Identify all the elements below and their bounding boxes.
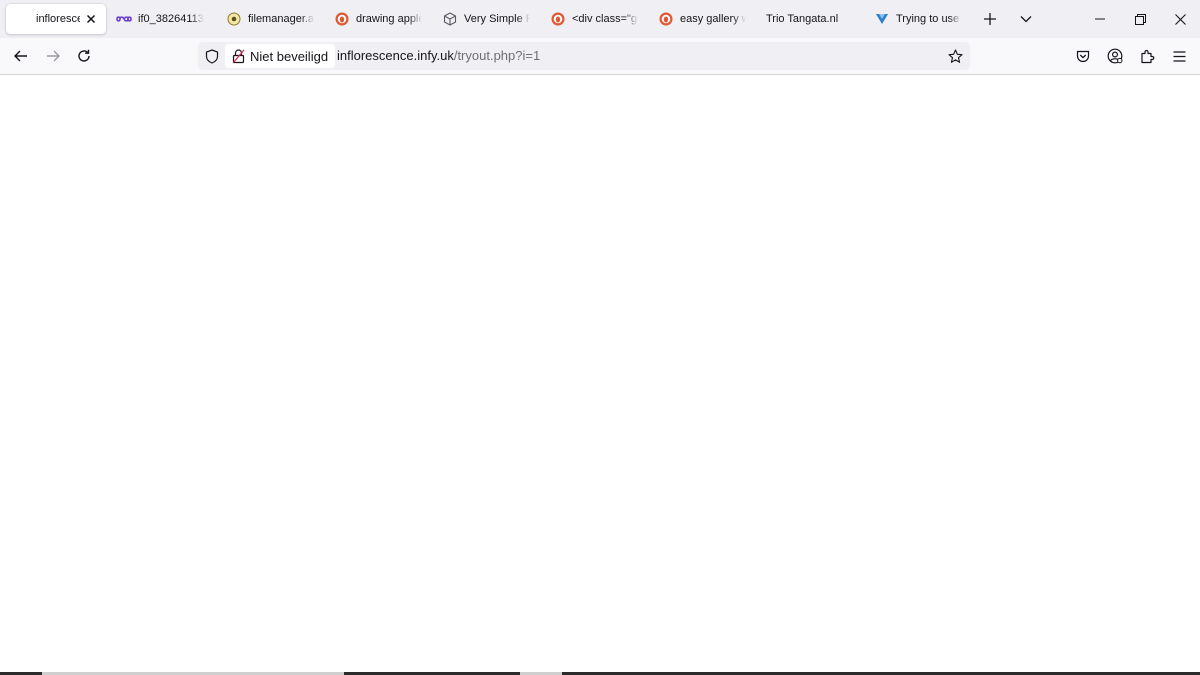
puzzle-piece-icon xyxy=(1140,49,1154,63)
bookmark-star-icon[interactable] xyxy=(945,46,965,66)
tab-very-simple-php[interactable]: Very Simple PHP xyxy=(434,4,538,34)
minimize-icon xyxy=(1095,18,1105,20)
extensions-button[interactable] xyxy=(1135,44,1159,68)
tab-title: filemanager.ai xyxy=(248,13,314,25)
tab-title: inflorescence.infy.uk xyxy=(36,13,80,25)
tab-title: drawing applet xyxy=(356,13,422,25)
tab-drawing-applet[interactable]: drawing applet xyxy=(326,4,430,34)
account-avatar-icon xyxy=(1107,48,1123,64)
tracking-protection-shield-icon[interactable] xyxy=(202,46,222,66)
forward-button[interactable] xyxy=(41,44,65,68)
tab-trio-tangata[interactable]: Trio Tangata.nl xyxy=(758,4,862,34)
tab-title: Trying to use G xyxy=(896,13,962,25)
tab-inflorescence[interactable]: inflorescence.infy.uk xyxy=(6,4,106,34)
back-arrow-icon xyxy=(14,50,27,62)
shield-badge-icon xyxy=(226,11,242,27)
url-text[interactable]: inflorescence.infy.uk/tryout.php?i=1 xyxy=(337,42,540,70)
duckduckgo-icon xyxy=(550,11,566,27)
plus-icon xyxy=(984,13,996,25)
pocket-icon xyxy=(1076,50,1090,62)
restore-icon xyxy=(1134,13,1146,25)
infinity-icon xyxy=(116,11,132,27)
duckduckgo-icon xyxy=(658,11,674,27)
url-path: /tryout.php?i=1 xyxy=(453,48,541,63)
list-all-tabs-button[interactable] xyxy=(1016,9,1036,29)
navigation-toolbar: Niet beveiligd inflorescence.infy.uk/try… xyxy=(0,38,1200,75)
triangle-flag-icon xyxy=(874,11,890,27)
forward-arrow-icon xyxy=(47,50,60,62)
application-menu-button[interactable] xyxy=(1167,44,1191,68)
connection-not-secure-button[interactable]: Niet beveiligd xyxy=(225,44,336,68)
security-label: Niet beveiligd xyxy=(250,48,329,64)
blank-page-icon xyxy=(14,11,30,27)
tab-title: Trio Tangata.nl xyxy=(766,13,839,25)
hamburger-menu-icon xyxy=(1173,50,1185,62)
close-window-button[interactable] xyxy=(1160,4,1200,34)
minimize-window-button[interactable] xyxy=(1080,4,1120,34)
chevron-down-icon xyxy=(1020,16,1032,23)
tab-easy-gallery[interactable]: easy gallery with xyxy=(650,4,754,34)
page-content-area[interactable] xyxy=(0,75,1200,672)
tab-div-class-gal[interactable]: <div class="gal xyxy=(542,4,646,34)
tab-strip: inflorescence.infy.uk if0_38264113 (W fi… xyxy=(0,0,1200,38)
new-tab-button[interactable] xyxy=(980,9,1000,29)
tab-title: Very Simple PHP xyxy=(464,13,530,25)
reload-button[interactable] xyxy=(72,44,96,68)
tab-title: if0_38264113 (W xyxy=(138,13,204,25)
reload-icon xyxy=(78,49,90,62)
tab-filemanager[interactable]: filemanager.ai xyxy=(218,4,322,34)
duckduckgo-icon xyxy=(334,11,350,27)
account-button[interactable] xyxy=(1103,44,1127,68)
pocket-button[interactable] xyxy=(1071,44,1095,68)
tab-title: <div class="gal xyxy=(572,13,638,25)
back-button[interactable] xyxy=(9,44,33,68)
cube-icon xyxy=(442,11,458,27)
restore-window-button[interactable] xyxy=(1120,4,1160,34)
url-host: inflorescence.infy.uk xyxy=(337,48,454,63)
close-icon xyxy=(1174,13,1186,25)
address-bar[interactable]: Niet beveiligd inflorescence.infy.uk/try… xyxy=(198,42,970,70)
tab-title: easy gallery with xyxy=(680,13,746,25)
tab-trying-to-use[interactable]: Trying to use G xyxy=(866,4,970,34)
close-tab-icon[interactable] xyxy=(84,12,98,26)
insecure-lock-icon xyxy=(230,48,246,64)
tab-if0[interactable]: if0_38264113 (W xyxy=(108,4,212,34)
